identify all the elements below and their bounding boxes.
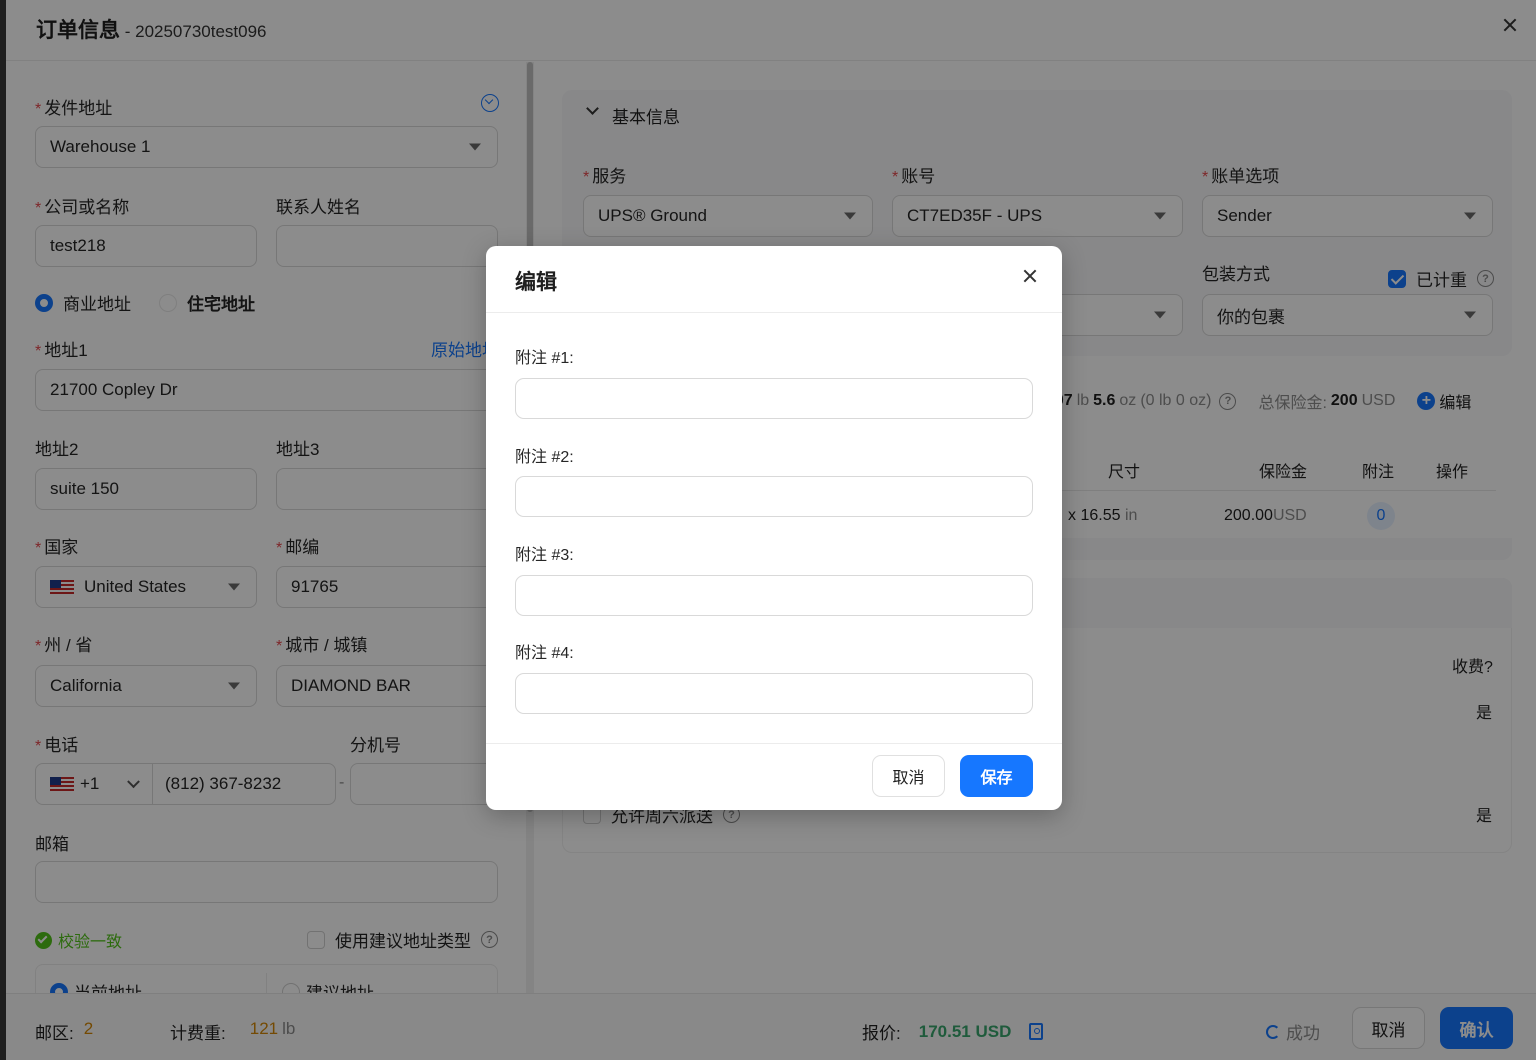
note4-label: 附注 #4: (515, 645, 574, 662)
edit-notes-modal: 编辑 附注 #1: 附注 #2: 附注 #3: 附注 #4: 取消 保存 (486, 246, 1062, 810)
note2-input[interactable] (515, 476, 1033, 517)
close-modal-icon[interactable] (1023, 269, 1037, 283)
note3-input[interactable] (515, 575, 1033, 616)
modal-cancel-button[interactable]: 取消 (872, 755, 945, 797)
note1-input[interactable] (515, 378, 1033, 419)
modal-title: 编辑 (515, 271, 557, 294)
modal-save-button[interactable]: 保存 (960, 755, 1033, 797)
note2-label: 附注 #2: (515, 449, 574, 466)
modal-footer-divider (486, 743, 1062, 744)
note4-input[interactable] (515, 673, 1033, 714)
note1-label: 附注 #1: (515, 350, 574, 367)
note3-label: 附注 #3: (515, 547, 574, 564)
modal-header-divider (486, 312, 1062, 313)
